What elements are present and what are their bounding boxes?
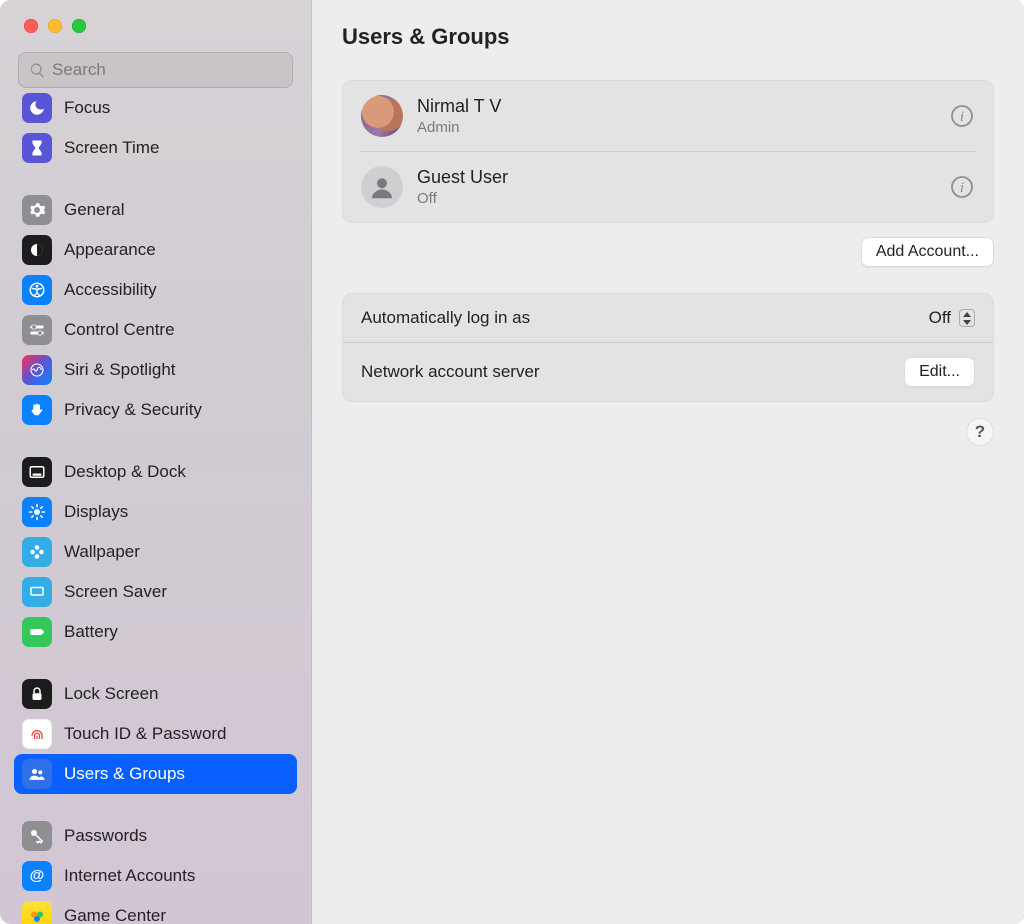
sidebar-item-general[interactable]: General <box>14 190 297 230</box>
user-row[interactable]: Nirmal T V Admin i <box>361 81 975 151</box>
sidebar-item-game-center[interactable]: Game Center <box>14 896 297 924</box>
dock-icon <box>22 457 52 487</box>
auto-login-select[interactable]: Off <box>929 308 975 328</box>
nav-label: Game Center <box>64 906 166 924</box>
sidebar-item-siri-spotlight[interactable]: Siri & Spotlight <box>14 350 297 390</box>
auto-login-label: Automatically log in as <box>361 308 530 328</box>
nav-label: Passwords <box>64 826 147 846</box>
screensaver-icon <box>22 577 52 607</box>
user-info: Nirmal T V Admin <box>417 96 501 136</box>
sidebar-item-accessibility[interactable]: Accessibility <box>14 270 297 310</box>
auto-login-value: Off <box>929 308 951 328</box>
nav-label: Accessibility <box>64 280 157 300</box>
accessibility-icon <box>22 275 52 305</box>
sidebar-item-screen-saver[interactable]: Screen Saver <box>14 572 297 612</box>
sidebar-item-lock-screen[interactable]: Lock Screen <box>14 674 297 714</box>
nav-label: Lock Screen <box>64 684 159 704</box>
sidebar-item-wallpaper[interactable]: Wallpaper <box>14 532 297 572</box>
brightness-icon <box>22 497 52 527</box>
login-settings: Automatically log in as Off Network acco… <box>342 293 994 402</box>
fullscreen-window-icon[interactable] <box>72 19 86 33</box>
search-input[interactable] <box>52 60 282 80</box>
flower-icon <box>22 537 52 567</box>
users-icon <box>22 759 52 789</box>
nav-label: Appearance <box>64 240 156 260</box>
at-icon: @ <box>22 861 52 891</box>
help-icon: ? <box>975 422 985 442</box>
info-button[interactable]: i <box>949 174 975 200</box>
users-list: Nirmal T V Admin i Guest User Off i <box>342 80 994 223</box>
auto-login-row: Automatically log in as Off <box>343 294 993 342</box>
sidebar-item-passwords[interactable]: Passwords <box>14 816 297 856</box>
sidebar-item-internet-accounts[interactable]: @ Internet Accounts <box>14 856 297 896</box>
nav-label: Battery <box>64 622 118 642</box>
nav-label: Siri & Spotlight <box>64 360 176 380</box>
moon-icon <box>22 93 52 123</box>
siri-icon <box>22 355 52 385</box>
sidebar-item-users-groups[interactable]: Users & Groups <box>14 754 297 794</box>
sidebar-item-battery[interactable]: Battery <box>14 612 297 652</box>
minimize-window-icon[interactable] <box>48 19 62 33</box>
hourglass-icon <box>22 133 52 163</box>
user-info: Guest User Off <box>417 167 508 207</box>
appearance-icon <box>22 235 52 265</box>
hand-icon <box>22 395 52 425</box>
sidebar-item-touch-id[interactable]: Touch ID & Password <box>14 714 297 754</box>
help-button[interactable]: ? <box>966 418 994 446</box>
nav-label: Privacy & Security <box>64 400 202 420</box>
sidebar-item-appearance[interactable]: Appearance <box>14 230 297 270</box>
search-field[interactable] <box>18 52 293 88</box>
main-content: Users & Groups Nirmal T V Admin i Guest … <box>312 0 1024 924</box>
sidebar-item-desktop-dock[interactable]: Desktop & Dock <box>14 452 297 492</box>
lock-icon <box>22 679 52 709</box>
network-server-label: Network account server <box>361 362 540 382</box>
close-window-icon[interactable] <box>24 19 38 33</box>
nav-label: General <box>64 200 124 220</box>
nav-label: Displays <box>64 502 128 522</box>
fingerprint-icon <box>22 719 52 749</box>
nav-label: Screen Saver <box>64 582 167 602</box>
sidebar-nav: Focus Screen Time General Appearance <box>0 92 311 924</box>
info-button[interactable]: i <box>949 103 975 129</box>
page-title: Users & Groups <box>342 24 994 50</box>
nav-label: Screen Time <box>64 138 159 158</box>
sidebar-item-control-centre[interactable]: Control Centre <box>14 310 297 350</box>
sidebar-item-privacy-security[interactable]: Privacy & Security <box>14 390 297 430</box>
key-icon <box>22 821 52 851</box>
nav-label: Control Centre <box>64 320 175 340</box>
svg-text:@: @ <box>30 867 45 884</box>
add-account-button[interactable]: Add Account... <box>861 237 994 267</box>
user-role: Admin <box>417 119 501 136</box>
nav-label: Wallpaper <box>64 542 140 562</box>
battery-icon <box>22 617 52 647</box>
nav-label: Touch ID & Password <box>64 724 227 744</box>
edit-network-button[interactable]: Edit... <box>904 357 975 387</box>
sidebar-item-displays[interactable]: Displays <box>14 492 297 532</box>
nav-label: Desktop & Dock <box>64 462 186 482</box>
user-row[interactable]: Guest User Off i <box>361 151 975 222</box>
sliders-icon <box>22 315 52 345</box>
user-name: Guest User <box>417 167 508 188</box>
nav-label: Focus <box>64 98 110 118</box>
nav-label: Users & Groups <box>64 764 185 784</box>
nav-label: Internet Accounts <box>64 866 195 886</box>
sidebar: Focus Screen Time General Appearance <box>0 0 312 924</box>
svg-text:i: i <box>960 109 964 125</box>
gear-icon <box>22 195 52 225</box>
sidebar-item-focus[interactable]: Focus <box>14 92 297 128</box>
window-controls <box>0 0 311 52</box>
sidebar-item-screen-time[interactable]: Screen Time <box>14 128 297 168</box>
guest-avatar <box>361 166 403 208</box>
network-server-row: Network account server Edit... <box>343 342 993 401</box>
user-avatar <box>361 95 403 137</box>
game-icon <box>22 901 52 924</box>
user-status: Off <box>417 190 508 207</box>
svg-text:i: i <box>960 180 964 196</box>
search-icon <box>29 62 46 79</box>
user-name: Nirmal T V <box>417 96 501 117</box>
chevron-updown-icon <box>959 309 975 327</box>
